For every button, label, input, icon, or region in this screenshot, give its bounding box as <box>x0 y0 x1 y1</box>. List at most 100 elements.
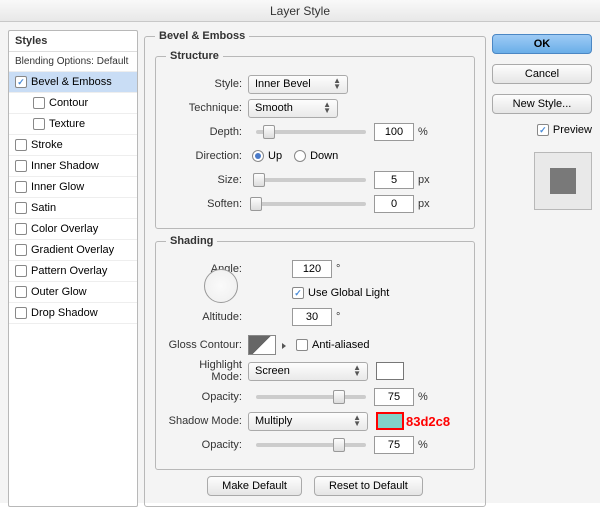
ok-button[interactable]: OK <box>492 34 592 54</box>
direction-down-label: Down <box>310 150 338 162</box>
sidebar-item-stroke[interactable]: Stroke <box>9 135 137 156</box>
effect-checkbox[interactable] <box>15 307 27 319</box>
style-label: Style: <box>166 78 248 90</box>
shading-group: Shading Angle: 120 ° Use Global Light <box>155 235 475 470</box>
anti-aliased-label: Anti-aliased <box>312 339 369 351</box>
altitude-input[interactable]: 30 <box>292 308 332 326</box>
updown-icon: ▲▼ <box>353 365 361 377</box>
sidebar-item-label: Gradient Overlay <box>31 244 114 256</box>
size-unit: px <box>418 174 430 186</box>
effect-checkbox[interactable] <box>15 76 27 88</box>
sidebar-item-color-overlay[interactable]: Color Overlay <box>9 219 137 240</box>
effect-checkbox[interactable] <box>15 202 27 214</box>
shadow-color-swatch[interactable] <box>376 412 404 430</box>
sidebar-item-satin[interactable]: Satin <box>9 198 137 219</box>
effect-checkbox[interactable] <box>15 244 27 256</box>
highlight-mode-label: Highlight Mode: <box>166 359 248 383</box>
soften-slider[interactable] <box>256 202 366 206</box>
cancel-button[interactable]: Cancel <box>492 64 592 84</box>
angle-dial[interactable] <box>204 269 238 303</box>
sidebar-item-label: Satin <box>31 202 56 214</box>
highlight-opacity-slider[interactable] <box>256 395 366 399</box>
effects-sidebar: Styles Blending Options: Default Bevel &… <box>8 30 138 507</box>
direction-up-label: Up <box>268 150 282 162</box>
effect-checkbox[interactable] <box>15 139 27 151</box>
direction-label: Direction: <box>166 150 248 162</box>
style-select[interactable]: Inner Bevel▲▼ <box>248 75 348 94</box>
sidebar-item-label: Bevel & Emboss <box>31 76 112 88</box>
highlight-opacity-input[interactable]: 75 <box>374 388 414 406</box>
sidebar-item-bevel-emboss[interactable]: Bevel & Emboss <box>9 72 137 93</box>
settings-panel: Bevel & Emboss Structure Style: Inner Be… <box>144 30 486 507</box>
altitude-label: Altitude: <box>166 311 248 323</box>
bevel-emboss-group: Bevel & Emboss Structure Style: Inner Be… <box>144 30 486 507</box>
gloss-contour-label: Gloss Contour: <box>166 339 248 351</box>
soften-unit: px <box>418 198 430 210</box>
sidebar-item-label: Inner Shadow <box>31 160 99 172</box>
size-slider[interactable] <box>256 178 366 182</box>
technique-label: Technique: <box>166 102 248 114</box>
opacity-unit: % <box>418 439 428 451</box>
dialog-buttons: OK Cancel New Style... Preview <box>492 30 592 507</box>
sidebar-item-label: Inner Glow <box>31 181 84 193</box>
soften-input[interactable]: 0 <box>374 195 414 213</box>
sidebar-item-drop-shadow[interactable]: Drop Shadow <box>9 303 137 324</box>
size-input[interactable]: 5 <box>374 171 414 189</box>
sidebar-item-label: Drop Shadow <box>31 307 98 319</box>
sidebar-item-gradient-overlay[interactable]: Gradient Overlay <box>9 240 137 261</box>
effect-checkbox[interactable] <box>15 181 27 193</box>
sidebar-item-label: Color Overlay <box>31 223 98 235</box>
shadow-mode-select[interactable]: Multiply▲▼ <box>248 412 368 431</box>
sidebar-item-contour[interactable]: Contour <box>9 93 137 114</box>
depth-input[interactable]: 100 <box>374 123 414 141</box>
angle-unit: ° <box>336 263 340 275</box>
effect-checkbox[interactable] <box>15 223 27 235</box>
angle-input[interactable]: 120 <box>292 260 332 278</box>
direction-up-radio[interactable] <box>252 150 264 162</box>
highlight-mode-select[interactable]: Screen▲▼ <box>248 362 368 381</box>
updown-icon: ▲▼ <box>323 102 331 114</box>
effect-checkbox[interactable] <box>15 265 27 277</box>
effect-checkbox[interactable] <box>15 286 27 298</box>
dialog-body: Styles Blending Options: Default Bevel &… <box>0 22 600 515</box>
angle-label: Angle: <box>166 263 248 275</box>
depth-label: Depth: <box>166 126 248 138</box>
make-default-button[interactable]: Make Default <box>207 476 302 496</box>
effect-checkbox[interactable] <box>33 118 45 130</box>
sidebar-item-inner-shadow[interactable]: Inner Shadow <box>9 156 137 177</box>
preview-checkbox[interactable] <box>537 124 549 136</box>
sidebar-item-outer-glow[interactable]: Outer Glow <box>9 282 137 303</box>
sidebar-subheader[interactable]: Blending Options: Default <box>9 52 137 72</box>
direction-down-radio[interactable] <box>294 150 306 162</box>
gloss-contour-picker[interactable] <box>248 335 276 355</box>
window-title: Layer Style <box>0 0 600 22</box>
shadow-opacity-input[interactable]: 75 <box>374 436 414 454</box>
sidebar-item-pattern-overlay[interactable]: Pattern Overlay <box>9 261 137 282</box>
shadow-mode-label: Shadow Mode: <box>166 415 248 427</box>
anti-aliased-checkbox[interactable] <box>296 339 308 351</box>
technique-select[interactable]: Smooth▲▼ <box>248 99 338 118</box>
shadow-opacity-slider[interactable] <box>256 443 366 447</box>
sidebar-item-label: Texture <box>49 118 85 130</box>
depth-slider[interactable] <box>256 130 366 134</box>
sidebar-item-label: Contour <box>49 97 88 109</box>
effect-checkbox[interactable] <box>15 160 27 172</box>
sidebar-item-label: Pattern Overlay <box>31 265 107 277</box>
shading-legend: Shading <box>166 235 217 247</box>
highlight-color-swatch[interactable] <box>376 362 404 380</box>
updown-icon: ▲▼ <box>333 78 341 90</box>
sidebar-item-label: Outer Glow <box>31 286 87 298</box>
new-style-button[interactable]: New Style... <box>492 94 592 114</box>
color-annotation: 83d2c8 <box>406 414 450 429</box>
sidebar-item-inner-glow[interactable]: Inner Glow <box>9 177 137 198</box>
sidebar-item-label: Stroke <box>31 139 63 151</box>
effect-checkbox[interactable] <box>33 97 45 109</box>
depth-unit: % <box>418 126 428 138</box>
panel-title: Bevel & Emboss <box>155 30 249 42</box>
size-label: Size: <box>166 174 248 186</box>
sidebar-item-texture[interactable]: Texture <box>9 114 137 135</box>
use-global-light-checkbox[interactable] <box>292 287 304 299</box>
reset-default-button[interactable]: Reset to Default <box>314 476 423 496</box>
sidebar-header[interactable]: Styles <box>9 31 137 52</box>
highlight-opacity-label: Opacity: <box>166 391 248 403</box>
